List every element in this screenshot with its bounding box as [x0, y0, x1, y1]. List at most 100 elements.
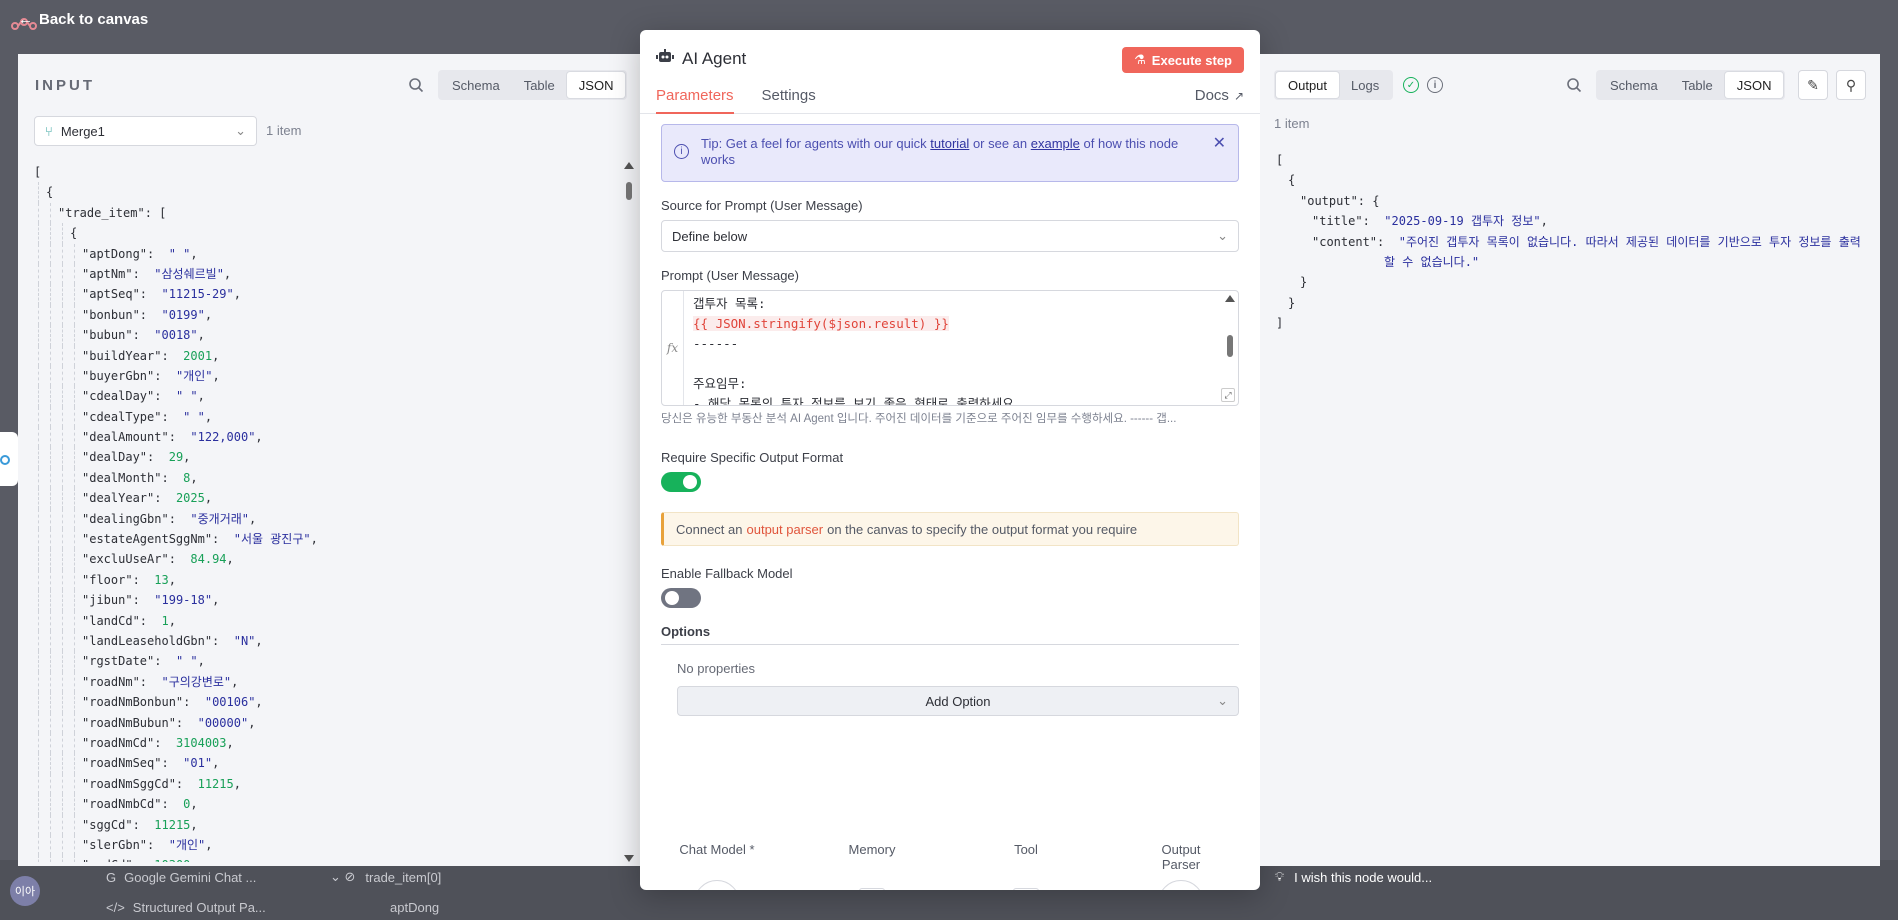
json-line: "landCd": 1,: [34, 610, 634, 631]
json-line: "roadNmBonbun": "00106",: [34, 692, 634, 713]
add-tool-button[interactable]: +: [1013, 888, 1039, 890]
json-line: "output": {: [1300, 193, 1380, 208]
back-to-canvas-link[interactable]: ← Back to canvas: [18, 9, 148, 29]
json-line: "cdealType": " ",: [34, 406, 634, 428]
tab-output[interactable]: Output: [1276, 72, 1340, 98]
tab-schema[interactable]: Schema: [440, 72, 512, 98]
flask-icon: ⚗: [1134, 52, 1146, 67]
json-line: "roadNmBubun": "00000",: [34, 712, 634, 733]
tab-table[interactable]: Table: [512, 72, 567, 98]
chat-model-button[interactable]: [694, 880, 740, 890]
success-check-icon: ✓: [1403, 77, 1419, 93]
input-json-view[interactable]: [{"trade_item": [{"aptDong": " ", "aptNm"…: [34, 162, 634, 862]
json-line: {: [34, 223, 634, 244]
input-node-select[interactable]: ⑂ Merge1 ⌄: [34, 116, 257, 146]
expand-editor-icon[interactable]: ⤢: [1221, 388, 1235, 402]
edit-output-button[interactable]: ✎: [1798, 70, 1828, 100]
options-heading: Options: [661, 624, 1239, 645]
output-parser-button[interactable]: </>: [1158, 880, 1204, 890]
source-label: Source for Prompt (User Message): [661, 198, 863, 213]
json-line: "rgstDate": " ",: [34, 651, 634, 672]
modal-header: AI Agent ⚗ Execute step Parameters Setti…: [640, 30, 1260, 114]
chevron-down-icon: ⌄: [235, 123, 246, 138]
search-icon[interactable]: [1562, 73, 1586, 97]
json-line: {: [1288, 173, 1296, 188]
sub-node-connectors: Chat Model * Memory Tool Output Parser +…: [640, 842, 1260, 890]
node-title: AI Agent: [656, 48, 746, 69]
search-icon[interactable]: [404, 73, 428, 97]
list-item: aptDong: [390, 899, 440, 915]
json-line: "dealingGbn": "중개거래",: [34, 508, 634, 530]
json-line: "roadNmbCd": 0,: [34, 794, 634, 815]
fallback-toggle[interactable]: [661, 588, 701, 608]
tab-schema[interactable]: Schema: [1598, 72, 1670, 98]
json-line: "sggCd": 11215,: [34, 814, 634, 835]
merge-icon: ⑂: [45, 123, 53, 139]
node-parameters-modal: AI Agent ⚗ Execute step Parameters Setti…: [640, 30, 1260, 890]
tutorial-link[interactable]: tutorial: [930, 136, 969, 151]
node-tabs: Parameters Settings: [656, 87, 816, 114]
json-line: "dealMonth": 8,: [34, 467, 634, 489]
background-tree: ⌄ ⊘ trade_item[0] aptDong: [330, 862, 441, 920]
pin-output-button[interactable]: ⚲: [1836, 70, 1866, 100]
output-parser-label: Output Parser: [1161, 842, 1201, 872]
code-icon: </>: [106, 899, 125, 915]
json-line: "bonbun": "0199",: [34, 304, 634, 326]
json-line: "aptDong": " ",: [34, 243, 634, 264]
chevron-down-icon: ⌄: [1217, 228, 1228, 243]
json-line: "floor": 13,: [34, 569, 634, 591]
expression-fx-icon: fx: [662, 291, 684, 405]
execute-step-button[interactable]: ⚗ Execute step: [1122, 47, 1244, 73]
robot-icon: [656, 48, 674, 69]
json-line: "buyerGbn": "개인",: [34, 365, 634, 387]
tab-json[interactable]: JSON: [1724, 72, 1784, 98]
json-line: "landLeaseholdGbn": "N",: [34, 630, 634, 652]
json-line: "roadNmSeq": "01",: [34, 753, 634, 774]
docs-link[interactable]: Docs ↗: [1195, 87, 1244, 104]
output-json-view[interactable]: [ { "output": { "title": "2025-09-19 갭투자…: [1276, 150, 1866, 334]
json-line: "excluUseAr": 84.94,: [34, 549, 634, 570]
source-select[interactable]: Define below ⌄: [661, 220, 1239, 252]
tab-settings[interactable]: Settings: [762, 87, 816, 114]
lightbulb-icon: 💡︎: [1275, 869, 1285, 884]
prompt-label: Prompt (User Message): [661, 268, 799, 283]
add-memory-button[interactable]: +: [859, 888, 885, 890]
input-scrollbar[interactable]: [624, 162, 634, 862]
tab-logs[interactable]: Logs: [1339, 72, 1391, 98]
tab-json[interactable]: JSON: [566, 72, 626, 98]
input-view-switch: Schema Table JSON: [438, 70, 628, 100]
json-line: "buildYear": 2001,: [34, 345, 634, 366]
feedback-link[interactable]: 💡︎ I wish this node would...: [1275, 869, 1432, 885]
add-option-button[interactable]: Add Option ⌄: [677, 686, 1239, 716]
close-icon[interactable]: ✕: [1213, 136, 1226, 170]
json-line: "roadNmSggCd": 11215,: [34, 773, 634, 795]
list-item: ⌄ ⊘ trade_item[0]: [330, 869, 442, 885]
prompt-scrollbar[interactable]: [1225, 295, 1235, 395]
tab-parameters[interactable]: Parameters: [656, 87, 734, 114]
output-panel: Output Logs ✓ i Schema Table JSON ✎ ⚲ 1 …: [1260, 54, 1880, 866]
json-line: {: [34, 182, 634, 203]
json-line: "bubun": "0018",: [34, 325, 634, 346]
example-link[interactable]: example: [1031, 136, 1080, 151]
json-line: [: [34, 165, 42, 179]
prompt-editor[interactable]: fx 갭투자 목록: {{ JSON.stringify($json.result…: [661, 290, 1239, 406]
json-line: [: [1276, 153, 1284, 167]
modal-body: i Tip: Get a feel for agents with our qu…: [661, 124, 1239, 716]
output-tabs: Output Logs: [1274, 70, 1394, 100]
require-format-toggle[interactable]: [661, 472, 701, 492]
list-item: G Google Gemini Chat ...: [106, 869, 257, 885]
canvas-side-handle[interactable]: [0, 432, 18, 486]
json-line: "dealDay": 29,: [34, 447, 634, 468]
output-view-switch: Schema Table JSON: [1596, 70, 1786, 100]
json-line: "title": "2025-09-19 갭투자 정보",: [1312, 214, 1548, 229]
json-line: ]: [1276, 316, 1284, 331]
tab-table[interactable]: Table: [1670, 72, 1725, 98]
prompt-text[interactable]: 갭투자 목록: {{ JSON.stringify($json.result) }…: [693, 294, 1021, 405]
input-panel-title: INPUT: [35, 77, 95, 94]
info-icon: i: [674, 144, 689, 159]
output-parser-link[interactable]: output parser: [747, 522, 824, 537]
info-icon[interactable]: i: [1427, 77, 1443, 93]
fallback-label: Enable Fallback Model: [661, 566, 793, 581]
avatar[interactable]: 이아: [10, 876, 40, 906]
arrow-left-icon: ←: [18, 10, 33, 28]
